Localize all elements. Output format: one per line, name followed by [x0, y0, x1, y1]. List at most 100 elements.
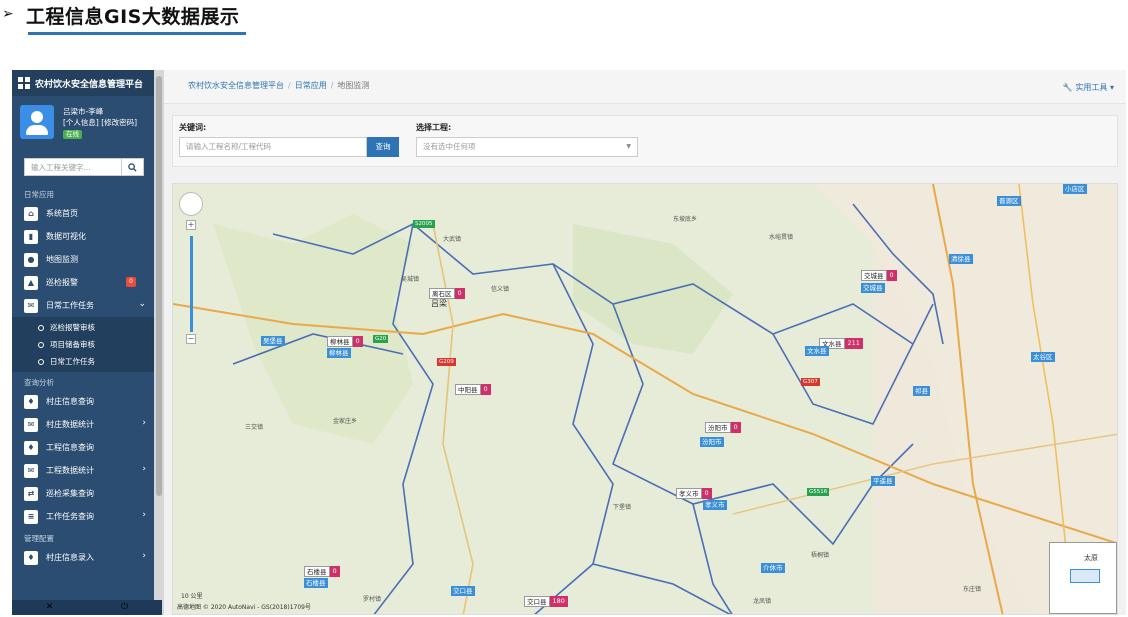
power-icon[interactable]: ⏻ [87, 600, 162, 615]
app-title: 农村饮水安全信息管理平台 [35, 79, 144, 90]
main-content: 农村饮水安全信息管理平台 / 日常应用 / 地图监测 🔧 实用工具 ▾ 关键词: 请输入… [164, 70, 1126, 615]
bar-chart-icon: ▮ [24, 229, 38, 244]
filter-panel: 关键词: 请输入工程名称/工程代码 查询 选择工程: 没有选中任何项 ▼ [172, 115, 1118, 167]
city-marker[interactable]: 汾阳市 0 [705, 422, 741, 433]
drop-icon: ♦ [24, 440, 38, 455]
tools-dropdown[interactable]: 🔧 实用工具 ▾ [1063, 82, 1114, 93]
breadcrumb-daily[interactable]: 日常应用 [295, 81, 327, 90]
wrench-icon: 🔧 [1062, 83, 1073, 92]
map-place: 吴城镇 [401, 276, 420, 283]
sidebar-header: 农村饮水安全信息管理平台 [12, 70, 154, 96]
project-select[interactable]: 没有选中任何项 ▼ [416, 137, 638, 157]
home-icon: ⌂ [24, 206, 38, 221]
map-tag: 交口县 [451, 586, 475, 596]
sidebar-item-patrol-collect[interactable]: ⇄ 巡检采集查询 [12, 482, 154, 505]
section-daily: 日常应用 [24, 190, 54, 199]
sidebar-item-project-query[interactable]: ♦ 工程信息查询 [12, 436, 154, 459]
sidebar-item-village-stats[interactable]: ✉ 村庄数据统计 › [12, 413, 154, 436]
zoom-in-button[interactable]: + [186, 220, 196, 230]
city-marker[interactable]: 柳林县 0 [327, 336, 363, 347]
chevron-right-icon: › [142, 418, 146, 428]
overview-map[interactable]: 太原 [1049, 542, 1117, 614]
map-tag: 石楼县 [304, 578, 328, 588]
map-tag: 晋源区 [997, 196, 1021, 206]
search-icon [128, 162, 137, 172]
map-scale: 10 公里 [181, 593, 203, 600]
map-place: 下堡镇 [613, 504, 632, 511]
map-tag: 文水县 [805, 346, 829, 356]
map-tag: 小店区 [1063, 184, 1087, 194]
map-place: 信义镇 [491, 286, 510, 293]
map-attribution: 高德地图 © 2020 AutoNavi - GS(2018)1709号 [177, 604, 311, 611]
app-window: 农村饮水安全信息管理平台 吕梁市-李峰 [个人信息] [修改密码] 在线 输入工… [12, 70, 1126, 615]
map-tag: 柳林县 [327, 348, 351, 358]
map-place: 东坡底乡 [673, 216, 698, 223]
map-base [173, 184, 1117, 614]
map-view[interactable]: + − 离石区 0 交城县 0 柳林县 0 文水县 211 中阳县 0 汾阳市 0 孝义市 0… [172, 183, 1118, 615]
sidebar-item-project-stats[interactable]: ✉ 工程数据统计 › [12, 459, 154, 482]
city-marker[interactable]: 孝义市 0 [676, 488, 712, 499]
overview-label: 太原 [1084, 554, 1098, 562]
title-underline [28, 32, 246, 35]
sidebar-item-map[interactable]: ● 地图监测 [12, 248, 154, 271]
road-shield: G5516 [807, 488, 830, 496]
list-icon: ≡ [24, 509, 38, 524]
sidebar-item-home[interactable]: ⌂ 系统首页 [12, 202, 154, 225]
city-marker[interactable]: 石楼县 0 [304, 566, 340, 577]
map-tag: 祁县 [913, 386, 930, 396]
sidebar-item-village-entry[interactable]: ♦ 村庄信息录入 › [12, 546, 154, 569]
breadcrumb-home[interactable]: 农村饮水安全信息管理平台 [188, 81, 284, 90]
road-shield: G20 [373, 335, 389, 343]
avatar [20, 105, 54, 139]
section-query: 查询分析 [24, 378, 54, 387]
map-place: 大武镇 [443, 236, 462, 243]
sidebar-footer: ✕ ⏻ [12, 600, 162, 615]
city-marker[interactable]: 交口县 180 [524, 596, 568, 607]
page-heading: ➢ 工程信息GIS大数据展示 [0, 0, 400, 44]
drop-icon: ♦ [24, 394, 38, 409]
project-label: 选择工程: [416, 123, 452, 132]
map-label: 吕梁 [431, 299, 447, 308]
map-tag: 孝义市 [703, 500, 727, 510]
city-marker[interactable]: 中阳县 0 [455, 384, 491, 395]
scrollbar-thumb[interactable] [156, 76, 162, 496]
keyword-input[interactable]: 请输入工程名称/工程代码 [179, 137, 367, 157]
map-pin-icon: ● [24, 252, 38, 267]
sidebar-scrollbar[interactable] [154, 70, 164, 615]
map-place: 龙凤镇 [753, 598, 772, 605]
sidebar-item-task-query[interactable]: ≡ 工作任务查询 › [12, 505, 154, 528]
sidebar-item-daily-tasks[interactable]: ✉ 日常工作任务 ⌄ [12, 294, 154, 317]
compass-icon[interactable] [179, 192, 203, 216]
map-place: 梧桐镇 [811, 552, 830, 559]
city-marker[interactable]: 交城县 0 [861, 270, 897, 281]
breadcrumb-current: 地图监测 [337, 81, 370, 90]
sidebar-search: 输入工程关键字... [24, 158, 144, 176]
warning-icon: ▲ [24, 275, 38, 290]
sidebar-search-button[interactable] [122, 158, 144, 176]
zoom-slider[interactable] [190, 236, 193, 332]
sidebar-subitem-3[interactable]: 日常工作任务 [12, 353, 154, 370]
sidebar-search-input[interactable]: 输入工程关键字... [24, 158, 122, 176]
overview-viewport[interactable] [1070, 569, 1100, 583]
map-tag: 介休市 [761, 563, 785, 573]
sidebar-subitem-2[interactable]: 项目储备审核 [12, 336, 154, 353]
sidebar-item-village-query[interactable]: ♦ 村庄信息查询 [12, 390, 154, 413]
zoom-out-button[interactable]: − [186, 334, 196, 344]
user-name: 吕梁市-李峰 [63, 106, 104, 116]
breadcrumb-bar: 农村饮水安全信息管理平台 / 日常应用 / 地图监测 🔧 实用工具 ▾ [164, 70, 1126, 104]
breadcrumb: 农村饮水安全信息管理平台 / 日常应用 / 地图监测 [188, 81, 370, 90]
sidebar-item-patrol[interactable]: ▲ 巡检报警 0 [12, 271, 154, 294]
user-links[interactable]: [个人信息] [修改密码] [63, 117, 137, 128]
road-shield: G307 [801, 378, 820, 386]
expand-icon[interactable]: ✕ [12, 600, 87, 615]
sidebar-subitem-1[interactable]: 巡检报警审核 [12, 319, 154, 336]
exchange-icon: ⇄ [24, 486, 38, 501]
envelope-icon: ✉ [24, 298, 38, 313]
circle-icon [38, 358, 44, 365]
drop-icon: ♦ [24, 550, 38, 565]
envelope-icon: ✉ [24, 463, 38, 478]
search-button[interactable]: 查询 [367, 137, 399, 157]
map-place: 水峪贯镇 [769, 234, 794, 241]
sidebar-item-viz[interactable]: ▮ 数据可视化 [12, 225, 154, 248]
envelope-icon: ✉ [24, 417, 38, 432]
